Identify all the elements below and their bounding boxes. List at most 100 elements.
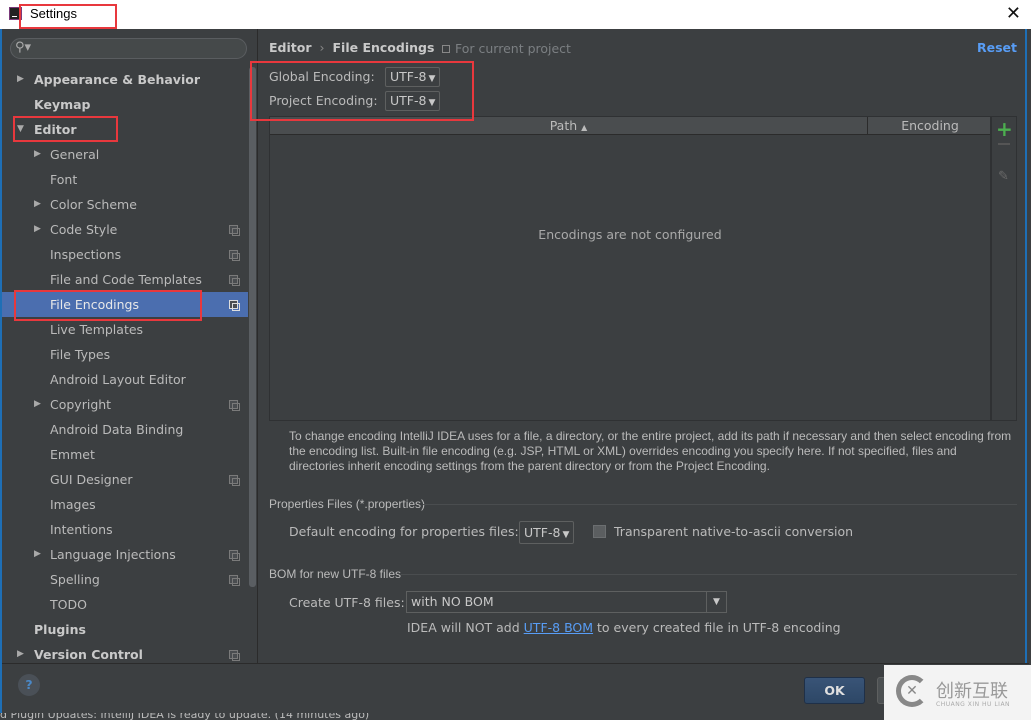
project-scope-icon [442,45,450,53]
transparent-conversion-label: Transparent native-to-ascii conversion [614,524,854,539]
sidebar-item-copyright[interactable]: ▶ Copyright [2,392,248,417]
table-header: Path ▲ Encoding [270,117,990,135]
sidebar-item-file-encodings[interactable]: File Encodings [2,292,248,317]
utf8-bom-link[interactable]: UTF-8 BOM [524,620,593,635]
sidebar-item-label: TODO [50,597,87,612]
project-scope-icon [229,650,240,661]
project-scope-icon [229,225,240,236]
file-encodings-panel: Editor › File Encodings For current projec… [259,29,1029,663]
add-icon[interactable]: + [996,117,1013,141]
sidebar-item-label: Font [50,172,78,187]
sidebar-item-version-control[interactable]: ▶ Version Control [2,642,248,663]
sidebar-item-label: File and Code Templates [50,272,202,287]
project-scope-icon [229,475,240,486]
sidebar-item-label: Plugins [34,622,86,637]
sidebar-item-color-scheme[interactable]: ▶ Color Scheme [2,192,248,217]
bom-note-prefix: IDEA will NOT add [407,620,524,635]
settings-dialog: ⚲▾ ▶ Appearance & Behavior Keymap ▼ Editor ▶ G… [0,29,1029,713]
sidebar-item-label: Code Style [50,222,118,237]
sidebar-item-gui-designer[interactable]: GUI Designer [2,467,248,492]
default-properties-encoding-label: Default encoding for properties files: [289,524,519,539]
collapsed-arrow-icon[interactable]: ▶ [34,192,41,217]
project-scope-icon [229,250,240,261]
sidebar-item-label: Android Layout Editor [50,372,186,387]
sidebar-item-emmet[interactable]: Emmet [2,442,248,467]
project-scope-icon [229,300,240,311]
sidebar-item-android-data-binding[interactable]: Android Data Binding [2,417,248,442]
edit-icon[interactable]: ✎ [998,169,1009,184]
global-encoding-select[interactable]: UTF-8 ▼ [385,67,441,87]
sidebar-item-keymap[interactable]: Keymap [2,92,248,117]
collapsed-arrow-icon[interactable]: ▶ [34,142,41,167]
remove-icon[interactable] [998,143,1010,145]
dropdown-arrow-icon: ▼ [706,592,726,612]
collapsed-arrow-icon[interactable]: ▶ [34,217,41,242]
project-scope-icon [229,275,240,286]
sidebar-item-file-and-code-templates[interactable]: File and Code Templates [2,267,248,292]
project-encoding-row: Project Encoding: [269,91,378,111]
sidebar-item-intentions[interactable]: Intentions [2,517,248,542]
search-input[interactable]: ⚲▾ [10,38,247,59]
expanded-arrow-icon[interactable]: ▼ [17,117,24,142]
project-scope-icon [229,550,240,561]
bom-select-value: with NO BOM [411,594,494,609]
column-header-path[interactable]: Path ▲ [270,117,868,135]
window-title: Settings [30,6,77,21]
sidebar-item-plugins[interactable]: Plugins [2,617,248,642]
sidebar-item-label: Language Injections [50,547,176,562]
sidebar-item-label: Emmet [50,447,95,462]
sidebar-item-code-style[interactable]: ▶ Code Style [2,217,248,242]
sidebar-item-label: Keymap [34,97,91,112]
sidebar-item-todo[interactable]: TODO [2,592,248,617]
sidebar-item-android-layout-editor[interactable]: Android Layout Editor [2,367,248,392]
scope-text: For current project [455,41,571,56]
sidebar-item-appearance-behavior[interactable]: ▶ Appearance & Behavior [2,67,248,92]
breadcrumb: Editor › File Encodings [269,40,434,55]
sidebar-item-label: Inspections [50,247,122,262]
sidebar-item-images[interactable]: Images [2,492,248,517]
sidebar-item-label: GUI Designer [50,472,133,487]
column-header-encoding[interactable]: Encoding [869,117,991,135]
title-bar: Settings ✕ [0,0,1031,29]
sidebar-item-language-injections[interactable]: ▶ Language Injections [2,542,248,567]
path-header-label: Path [549,118,578,133]
collapsed-arrow-icon[interactable]: ▶ [17,67,24,92]
global-encoding-value: UTF-8 [390,69,427,84]
bom-select[interactable]: with NO BOM ▼ [406,591,727,613]
properties-encoding-select[interactable]: UTF-8 ▼ [519,521,575,544]
sidebar-item-label: File Encodings [50,297,140,312]
table-empty-text: Encodings are not configured [538,227,722,242]
reset-link[interactable]: Reset [977,40,1017,55]
breadcrumb-separator: › [319,40,325,55]
sidebar-item-inspections[interactable]: Inspections [2,242,248,267]
project-encoding-select[interactable]: UTF-8 ▼ [385,91,441,111]
table-toolbar: + ✎ [991,116,1017,421]
status-bar: d Plugin Updates: IntelliJ IDEA is ready… [0,713,1031,720]
watermark-text: 创新互联 [936,681,1008,702]
dialog-footer: ? OK [2,663,1029,713]
transparent-conversion-checkbox[interactable] [593,525,606,538]
collapsed-arrow-icon[interactable]: ▶ [17,642,24,663]
settings-sidebar: ⚲▾ ▶ Appearance & Behavior Keymap ▼ Editor ▶ G… [2,29,258,663]
ok-button[interactable]: OK [804,677,865,704]
help-text: To change encoding IntelliJ IDEA uses fo… [289,429,1012,473]
scope-label: For current project [442,41,571,56]
properties-encoding-value: UTF-8 [524,525,561,540]
sidebar-scrollbar[interactable] [249,67,256,587]
sidebar-item-editor[interactable]: ▼ Editor [2,117,248,142]
sidebar-item-font[interactable]: Font [2,167,248,192]
project-encoding-label: Project Encoding: [269,93,378,108]
sidebar-item-general[interactable]: ▶ General [2,142,248,167]
help-button[interactable]: ? [18,674,40,696]
collapsed-arrow-icon[interactable]: ▶ [34,392,41,417]
sidebar-item-spelling[interactable]: Spelling [2,567,248,592]
close-icon[interactable]: ✕ [1006,3,1021,24]
path-encoding-table[interactable]: Path ▲ Encoding Encodings are not config… [269,116,991,421]
sidebar-item-file-types[interactable]: File Types [2,342,248,367]
create-utf8-label: Create UTF-8 files: [289,595,405,610]
sidebar-item-label: Intentions [50,522,113,537]
collapsed-arrow-icon[interactable]: ▶ [34,542,41,567]
settings-tree: ▶ Appearance & Behavior Keymap ▼ Editor ▶ Gene… [2,67,248,663]
bom-group-label: BOM for new UTF-8 files [269,567,402,581]
sidebar-item-live-templates[interactable]: Live Templates [2,317,248,342]
